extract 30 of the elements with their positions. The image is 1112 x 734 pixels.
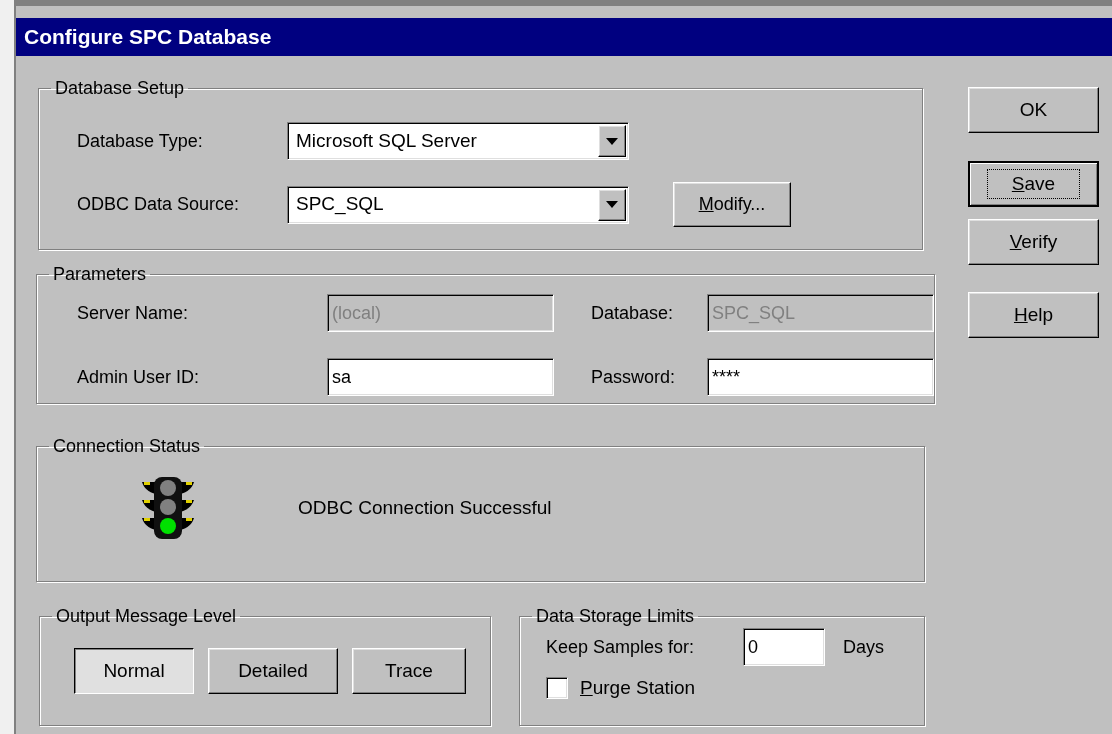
text-field[interactable]: sa <box>327 358 554 396</box>
group-title: Database Setup <box>54 78 186 98</box>
unit-label: Days <box>843 635 884 659</box>
dialog-button[interactable]: OK <box>968 87 1099 133</box>
level-toggle-button[interactable]: Normal <box>74 648 194 694</box>
field-label: Password: <box>590 365 677 389</box>
group-title: Parameters <box>52 264 148 284</box>
level-toggle-button[interactable]: Trace <box>352 648 466 694</box>
field-label: Database: <box>590 301 675 325</box>
dialog-button[interactable]: Verify <box>968 219 1099 265</box>
days-field[interactable]: 0 <box>743 628 825 666</box>
field-label: Keep Samples for: <box>546 635 696 659</box>
window-title: Configure SPC Database <box>24 24 272 51</box>
dialog-button[interactable]: Save <box>968 161 1099 207</box>
level-toggle-button[interactable]: Detailed <box>208 648 338 694</box>
field-label: Server Name: <box>77 301 190 325</box>
dialog-button[interactable]: Help <box>968 292 1099 338</box>
group-title: Connection Status <box>52 436 202 456</box>
group-title: Output Message Level <box>55 606 238 626</box>
checkbox-label: Purge Station <box>580 676 696 700</box>
field-label: Database Type: <box>77 129 204 153</box>
status-message: ODBC Connection Successful <box>298 495 552 520</box>
modify-button[interactable]: Modify... <box>673 182 791 227</box>
field-label: Admin User ID: <box>77 365 201 389</box>
field-label: ODBC Data Source: <box>77 193 241 216</box>
text-field[interactable]: **** <box>707 358 934 396</box>
checkbox[interactable] <box>546 677 568 700</box>
group-title: Data Storage Limits <box>535 606 696 626</box>
dropdown[interactable]: Microsoft SQL Server <box>287 122 629 160</box>
dropdown[interactable]: SPC_SQL <box>287 185 629 224</box>
